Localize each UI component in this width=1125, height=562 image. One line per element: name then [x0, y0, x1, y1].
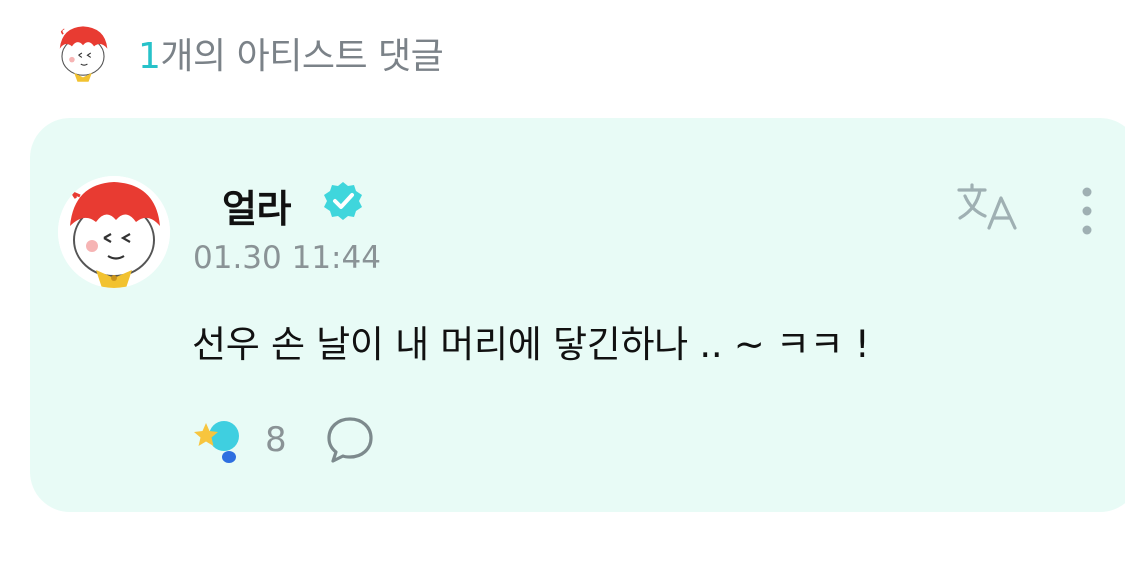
- artist-comment-count: 1: [138, 36, 161, 77]
- verified-badge-icon: [324, 182, 362, 220]
- comment-timestamp: 01.30 11:44: [193, 240, 381, 276]
- more-vertical-icon[interactable]: [1072, 184, 1102, 240]
- artist-comments-title-text: 개의 아티스트 댓글: [160, 36, 444, 77]
- like-count: 8: [265, 420, 287, 460]
- translate-icon[interactable]: [955, 182, 1021, 234]
- speech-bubble-icon[interactable]: [325, 415, 375, 465]
- artist-comments-header: 1개의 아티스트 댓글: [52, 18, 444, 88]
- artist-comments-title: 1개의 아티스트 댓글: [138, 27, 444, 79]
- comment-author-avatar[interactable]: [58, 176, 170, 288]
- comment-author-name[interactable]: 얼라: [222, 178, 291, 233]
- artist-avatar-drawing-icon: [52, 22, 114, 84]
- comment-text: 선우 손 날이 내 머리에 닿긴하나 .. ~ ㅋㅋ !: [192, 323, 870, 366]
- star-lightstick-icon[interactable]: [193, 415, 247, 467]
- header-artist-avatar[interactable]: [52, 22, 114, 84]
- artist-avatar-drawing-icon: [58, 176, 170, 288]
